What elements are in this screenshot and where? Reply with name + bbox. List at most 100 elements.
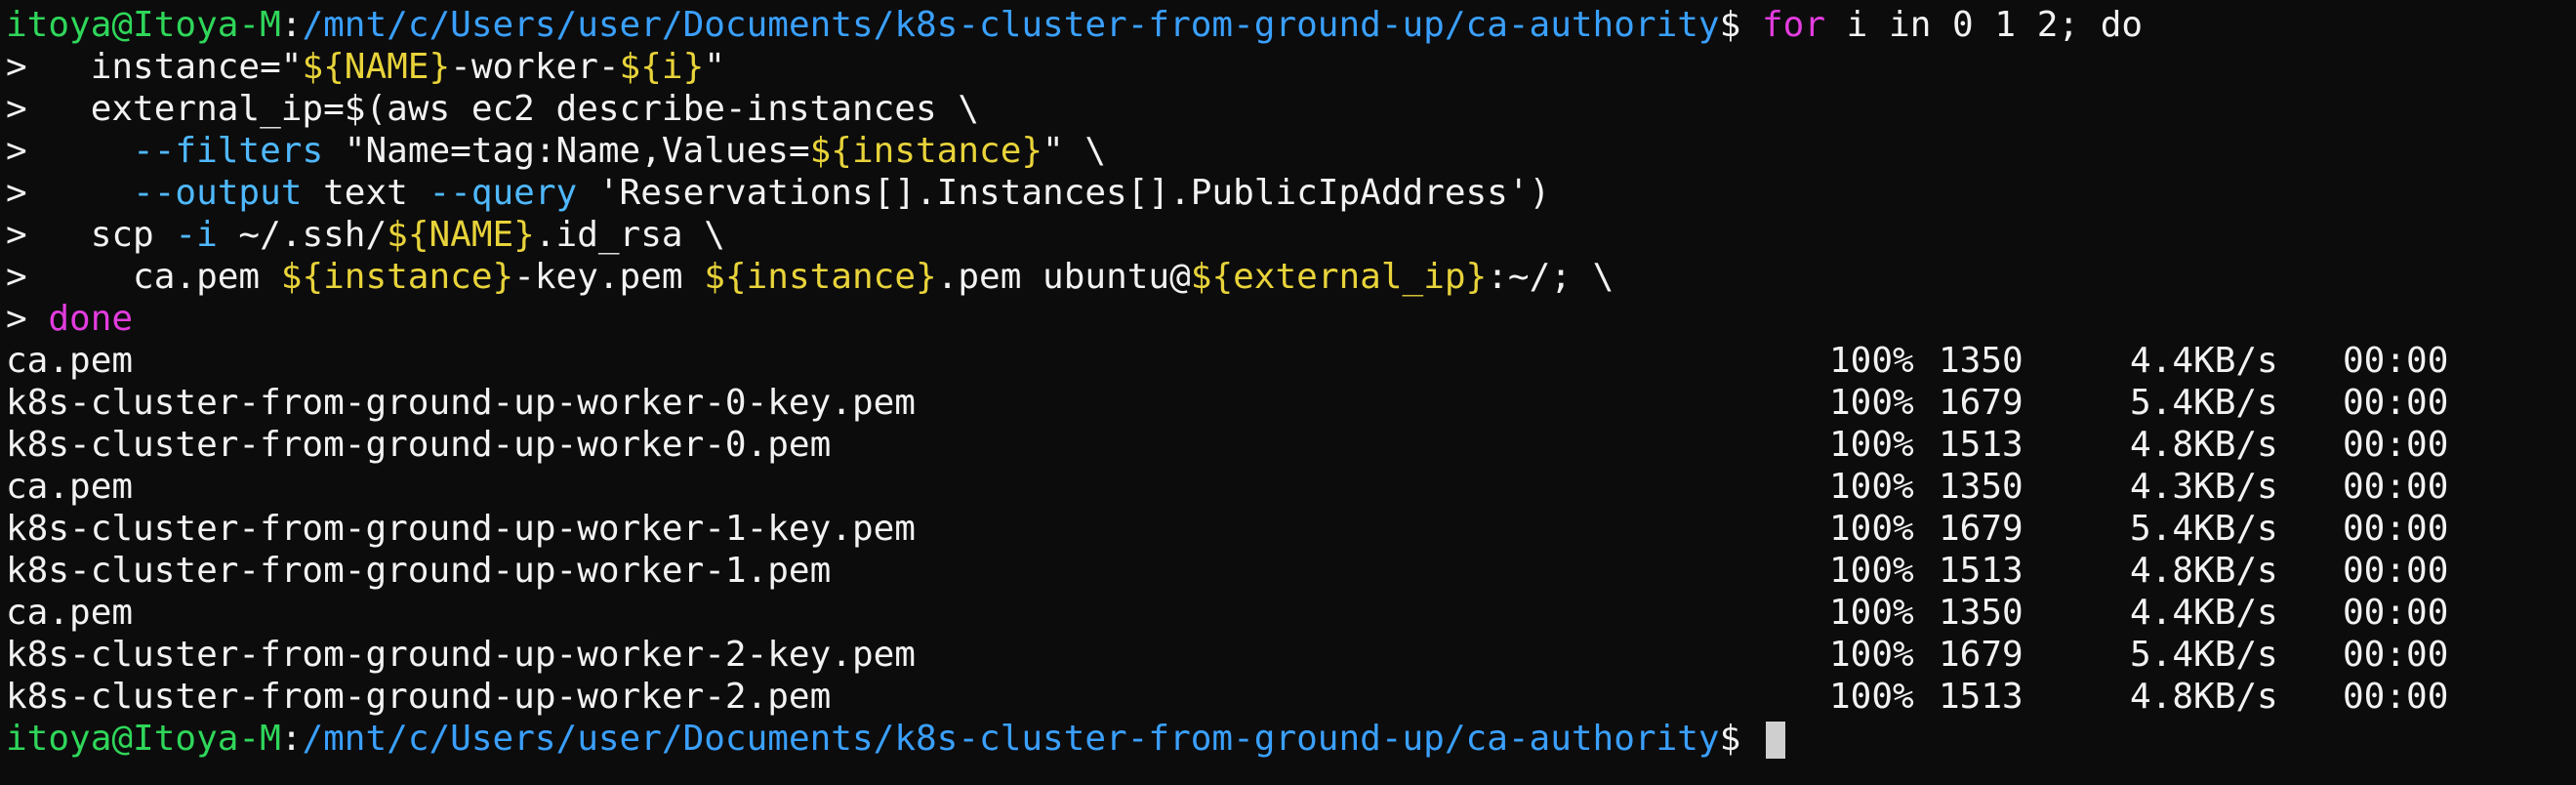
- command-continuation-line: > --output text --query 'Reservations[].…: [6, 172, 2576, 214]
- transfer-rate: 4.3KB/s: [2130, 467, 2278, 507]
- command-continuation-line: > instance="${NAME}-worker-${i}": [6, 46, 2576, 88]
- command-text: > scp: [6, 215, 176, 255]
- transfer-bytes: 1679: [1939, 635, 2024, 675]
- transfer-filename: ca.pem: [6, 593, 134, 633]
- command-text: .id_rsa \: [534, 215, 725, 255]
- command-text: > ca.pem: [6, 257, 281, 297]
- flag: -i: [175, 215, 218, 255]
- transfer-rate: 4.8KB/s: [2130, 425, 2278, 465]
- variable: ${external_ip}: [1190, 257, 1488, 297]
- terminal-output[interactable]: itoya@Itoya-M:/mnt/c/Users/user/Document…: [6, 4, 2576, 760]
- prompt-line[interactable]: itoya@Itoya-M:/mnt/c/Users/user/Document…: [6, 718, 2576, 760]
- command-text: i in 0 1 2; do: [1825, 5, 2144, 45]
- transfer-bytes: 1679: [1939, 383, 2024, 423]
- variable: ${instance}: [280, 257, 514, 297]
- variable: ${instance}: [809, 131, 1043, 171]
- command-text: > external_ip=$(aws ec2 describe-instanc…: [6, 89, 979, 129]
- command-text: 'Reservations[].Instances[].PublicIpAddr…: [577, 173, 1551, 213]
- command-text: >: [6, 299, 49, 339]
- transfer-filename: k8s-cluster-from-ground-up-worker-2-key.…: [6, 635, 916, 675]
- command-text: text: [302, 173, 429, 213]
- transfer-row: k8s-cluster-from-ground-up-worker-1-key.…: [6, 508, 2576, 550]
- prompt-separator: :: [280, 719, 303, 759]
- command-text: -key.pem: [513, 257, 705, 297]
- flag: --output: [133, 173, 303, 213]
- transfer-bytes: 1350: [1939, 467, 2024, 507]
- command-text: "Name=tag:Name,Values=: [323, 131, 810, 171]
- transfer-time: 00:00: [2343, 635, 2449, 675]
- variable: ${NAME}: [302, 47, 451, 87]
- variable: ${i}: [619, 47, 705, 87]
- transfer-bytes: 1350: [1939, 341, 2024, 381]
- transfer-row: k8s-cluster-from-ground-up-worker-2.pem 1…: [6, 676, 2576, 718]
- transfer-filename: k8s-cluster-from-ground-up-worker-0-key.…: [6, 383, 916, 423]
- transfer-bytes: 1350: [1939, 593, 2024, 633]
- transfer-time: 00:00: [2343, 509, 2449, 549]
- transfer-filename: k8s-cluster-from-ground-up-worker-1-key.…: [6, 509, 916, 549]
- keyword-done: done: [48, 299, 134, 339]
- command-continuation-line: > scp -i ~/.ssh/${NAME}.id_rsa \: [6, 214, 2576, 256]
- transfer-filename: ca.pem: [6, 467, 134, 507]
- transfer-row: ca.pem 100% 1350 4.3KB/s 00:00: [6, 466, 2576, 508]
- transfer-percent: 100%: [1829, 383, 1914, 423]
- prompt-user: itoya@Itoya-M: [6, 5, 281, 45]
- text-cursor[interactable]: [1765, 722, 1785, 759]
- command-text: >: [6, 173, 134, 213]
- command-continuation-line: > external_ip=$(aws ec2 describe-instanc…: [6, 88, 2576, 130]
- command-continuation-line: > done: [6, 298, 2576, 340]
- transfer-percent: 100%: [1829, 509, 1914, 549]
- command-continuation-line: > ca.pem ${instance}-key.pem ${instance}…: [6, 256, 2576, 298]
- transfer-rate: 4.4KB/s: [2130, 593, 2278, 633]
- command-text: " \: [1043, 131, 1107, 171]
- transfer-percent: 100%: [1829, 677, 1914, 717]
- flag: --query: [429, 173, 578, 213]
- command-text: >: [6, 131, 134, 171]
- transfer-percent: 100%: [1829, 551, 1914, 591]
- variable: ${NAME}: [387, 215, 535, 255]
- variable: ${instance}: [704, 257, 937, 297]
- prompt-symbol: $: [1719, 5, 1762, 45]
- command-text: > instance=": [6, 47, 303, 87]
- transfer-percent: 100%: [1829, 593, 1914, 633]
- transfer-row: ca.pem 100% 1350 4.4KB/s 00:00: [6, 592, 2576, 634]
- transfer-filename: ca.pem: [6, 341, 134, 381]
- transfer-percent: 100%: [1829, 635, 1914, 675]
- transfer-time: 00:00: [2343, 383, 2449, 423]
- transfer-rate: 5.4KB/s: [2130, 635, 2278, 675]
- command-text: ": [704, 47, 725, 87]
- transfer-time: 00:00: [2343, 593, 2449, 633]
- transfer-rate: 4.4KB/s: [2130, 341, 2278, 381]
- transfer-percent: 100%: [1829, 341, 1914, 381]
- keyword-for: for: [1761, 5, 1825, 45]
- transfer-time: 00:00: [2343, 467, 2449, 507]
- transfer-bytes: 1513: [1939, 677, 2024, 717]
- transfer-rate: 4.8KB/s: [2130, 677, 2278, 717]
- transfer-row: k8s-cluster-from-ground-up-worker-1.pem 1…: [6, 550, 2576, 592]
- transfer-filename: k8s-cluster-from-ground-up-worker-2.pem: [6, 677, 832, 717]
- transfer-row: k8s-cluster-from-ground-up-worker-0-key.…: [6, 382, 2576, 424]
- transfer-filename: k8s-cluster-from-ground-up-worker-0.pem: [6, 425, 832, 465]
- transfer-row: k8s-cluster-from-ground-up-worker-0.pem 1…: [6, 424, 2576, 466]
- transfer-bytes: 1513: [1939, 551, 2024, 591]
- prompt-user: itoya@Itoya-M: [6, 719, 281, 759]
- transfer-row: ca.pem 100% 1350 4.4KB/s 00:00: [6, 340, 2576, 382]
- transfer-time: 00:00: [2343, 551, 2449, 591]
- command-text: .pem ubuntu@: [936, 257, 1191, 297]
- prompt-line: itoya@Itoya-M:/mnt/c/Users/user/Document…: [6, 4, 2576, 46]
- transfer-rate: 5.4KB/s: [2130, 383, 2278, 423]
- transfer-percent: 100%: [1829, 425, 1914, 465]
- transfer-rate: 4.8KB/s: [2130, 551, 2278, 591]
- transfer-filename: k8s-cluster-from-ground-up-worker-1.pem: [6, 551, 832, 591]
- transfer-time: 00:00: [2343, 341, 2449, 381]
- command-text: :~/; \: [1487, 257, 1615, 297]
- transfer-time: 00:00: [2343, 677, 2449, 717]
- transfer-row: k8s-cluster-from-ground-up-worker-2-key.…: [6, 634, 2576, 676]
- command-text: -worker-: [450, 47, 620, 87]
- transfer-rate: 5.4KB/s: [2130, 509, 2278, 549]
- flag: --filters: [133, 131, 324, 171]
- prompt-separator: :: [280, 5, 303, 45]
- transfer-percent: 100%: [1829, 467, 1914, 507]
- transfer-bytes: 1679: [1939, 509, 2024, 549]
- command-text: ~/.ssh/: [217, 215, 388, 255]
- transfer-time: 00:00: [2343, 425, 2449, 465]
